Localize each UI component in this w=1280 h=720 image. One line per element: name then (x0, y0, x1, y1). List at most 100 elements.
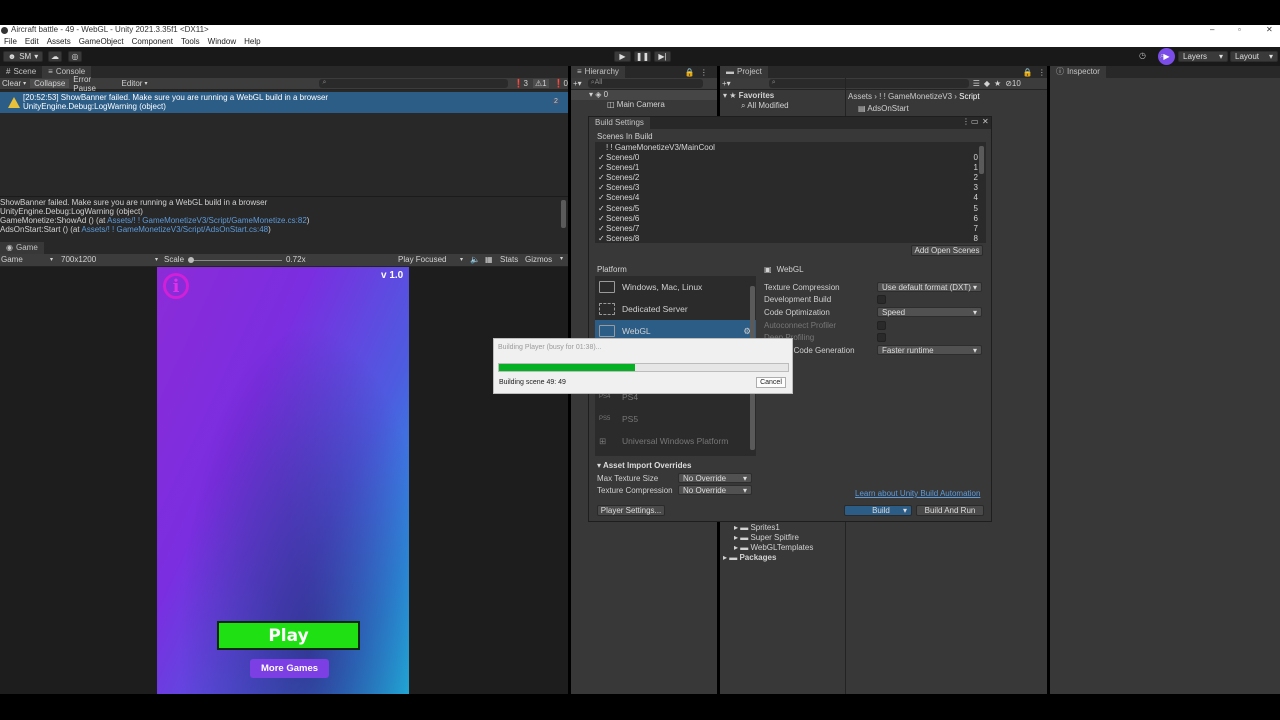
gizmos-dropdown[interactable]: Gizmos (525, 255, 552, 264)
layers-dropdown[interactable]: Layers ▾ (1178, 51, 1228, 62)
code-optimization-dropdown[interactable]: Speed ▾ (877, 307, 982, 318)
pause-button[interactable]: ❚❚ (634, 51, 651, 62)
max-texture-size-dropdown[interactable]: No Override ▾ (678, 473, 752, 484)
error-pause-toggle[interactable]: Error Pause (69, 75, 119, 93)
tab-scene[interactable]: # Scene (0, 66, 42, 78)
minimize-button[interactable]: – (1210, 25, 1214, 35)
stack-link[interactable]: Assets/! ! GameMonetizeV3/Script/AdsOnSt… (81, 225, 268, 234)
cancel-build-button[interactable]: Cancel (756, 377, 786, 388)
tab-hierarchy[interactable]: ≡ Hierarchy (571, 66, 625, 78)
add-asset-button[interactable]: +▾ (720, 79, 733, 88)
close-window-button[interactable]: ✕ (1266, 25, 1273, 35)
breadcrumb-item[interactable]: Assets (848, 92, 872, 101)
account-dropdown[interactable]: ☻ SM ▾ (3, 51, 43, 62)
hierarchy-search-input[interactable]: ⌕All (587, 79, 703, 88)
favorites-header[interactable]: ▾ ★ Favorites (723, 91, 774, 100)
log-count-icon[interactable]: ❗3 (514, 79, 528, 88)
asset-item[interactable]: ▤ AdsOnStart (858, 104, 909, 113)
game-view[interactable]: i v 1.0 Play More Games (157, 267, 409, 694)
scene-checkbox[interactable]: ✓ (598, 163, 606, 173)
scene-row[interactable]: ✓ Scenes/3 3 (595, 183, 986, 193)
menu-assets[interactable]: Assets (47, 37, 71, 46)
scale-slider-thumb[interactable] (188, 257, 194, 263)
autoconnect-profiler-checkbox[interactable] (877, 320, 886, 330)
project-tree-item[interactable]: ▸ ▬ Super Spitfire (734, 533, 799, 542)
menu-tools[interactable]: Tools (181, 37, 200, 46)
hierarchy-root-row[interactable]: ▾ ◈ 0 (571, 90, 717, 100)
more-games-button[interactable]: More Games (250, 659, 329, 678)
scene-row[interactable]: ✓ Scenes/6 6 (595, 214, 986, 224)
add-open-scenes-button[interactable]: Add Open Scenes (911, 245, 983, 256)
packages-folder[interactable]: ▸ ▬ Packages (723, 553, 776, 562)
warn-count-icon[interactable]: ⚠1 (532, 79, 549, 88)
history-icon[interactable]: ◷ (1139, 51, 1146, 60)
layout-dropdown[interactable]: Layout ▾ (1230, 51, 1278, 62)
breadcrumb-item[interactable]: Script (959, 92, 979, 101)
console-search-input[interactable]: ⌕ (319, 79, 508, 88)
project-search-input[interactable]: ⌕ (768, 79, 969, 88)
menu-edit[interactable]: Edit (25, 37, 39, 46)
step-button[interactable]: ▶| (654, 51, 671, 62)
menu-file[interactable]: File (4, 37, 17, 46)
resolution-dropdown[interactable]: 700x1200 ▾ (61, 255, 158, 264)
project-tree-item[interactable]: ▸ ▬ WebGLTemplates (734, 543, 813, 552)
scene-checkbox[interactable]: ✓ (598, 153, 606, 163)
menu-window[interactable]: Window (208, 37, 236, 46)
hidden-packages-icon[interactable]: ⊘10 (1005, 79, 1021, 88)
player-settings-button[interactable]: Player Settings... (597, 505, 665, 516)
scene-checkbox[interactable]: ✓ (598, 173, 606, 183)
lock-icon[interactable]: 🔒 (685, 68, 695, 77)
info-icon[interactable]: i (163, 273, 189, 299)
play-focused-dropdown[interactable]: Play Focused ▾ (398, 255, 463, 264)
override-texture-compression-dropdown[interactable]: No Override ▾ (678, 485, 752, 496)
scene-checkbox[interactable]: ✓ (598, 224, 606, 234)
kebab-menu-icon[interactable]: ⋮ (1038, 68, 1046, 77)
menu-help[interactable]: Help (244, 37, 260, 46)
scene-checkbox[interactable]: ✓ (598, 193, 606, 203)
scene-row[interactable]: ✓ Scenes/2 2 (595, 173, 986, 183)
console-entry[interactable]: [20:52:53] ShowBanner failed. Make sure … (0, 92, 568, 113)
scene-row[interactable]: ✓ Scenes/1 1 (595, 163, 986, 173)
platform-uwp[interactable]: ⊞ Universal Windows Platform (595, 430, 756, 452)
favorites-item[interactable]: ⌕ All Modified (741, 101, 789, 111)
platform-ps5[interactable]: PS5 PS5 (595, 408, 756, 430)
platform-windows[interactable]: Windows, Mac, Linux (595, 276, 756, 298)
build-and-run-button[interactable]: Build And Run (916, 505, 984, 516)
star-icon[interactable]: ★ (994, 79, 1001, 88)
gizmos-arrow-icon[interactable]: ▾ (560, 255, 563, 262)
development-build-checkbox[interactable] (877, 295, 886, 305)
scene-row[interactable]: ✓ Scenes/0 0 (595, 153, 986, 163)
breadcrumb-item[interactable]: ! ! GameMonetizeV3 (879, 92, 952, 101)
learn-build-automation-link[interactable]: Learn about Unity Build Automation (855, 489, 980, 498)
scene-row[interactable]: ✓ Scenes/4 4 (595, 193, 986, 203)
scene-row[interactable]: ! ! GameMonetizeV3/MainCool (595, 143, 986, 153)
scene-row[interactable]: ✓ Scenes/5 5 (595, 204, 986, 214)
scenes-scrollbar[interactable] (979, 146, 984, 174)
tab-game[interactable]: ◉ Game (0, 242, 44, 254)
hierarchy-item[interactable]: ◫ Main Camera (571, 100, 717, 110)
chevron-down-icon[interactable]: ▾ (903, 506, 907, 515)
close-icon[interactable]: ✕ (982, 117, 989, 126)
build-button[interactable]: Build ▾ (844, 505, 912, 516)
play-game-button[interactable]: Play (217, 621, 360, 650)
asset-import-overrides-header[interactable]: ▾ Asset Import Overrides (597, 461, 691, 470)
maximize-icon[interactable]: ▭ (971, 117, 979, 126)
cloud-icon[interactable]: ☁ (48, 51, 62, 62)
fullscreen-grid-icon[interactable]: ▦ (485, 255, 493, 264)
mute-audio-icon[interactable]: 🔈 (470, 255, 480, 264)
scene-checkbox[interactable]: ✓ (598, 214, 606, 224)
deep-profiling-checkbox[interactable] (877, 333, 886, 343)
scene-checkbox[interactable] (598, 143, 606, 153)
stats-button[interactable]: Stats (500, 255, 518, 264)
scene-checkbox[interactable]: ✓ (598, 204, 606, 214)
collab-icon[interactable]: ◎ (68, 51, 82, 62)
maximize-button[interactable]: ▫ (1238, 25, 1241, 35)
tab-build-settings[interactable]: Build Settings (589, 117, 650, 129)
texture-compression-dropdown[interactable]: Use default format (DXT) ▾ (877, 282, 982, 293)
scene-row[interactable]: ✓ Scenes/7 7 (595, 224, 986, 234)
menu-component[interactable]: Component (132, 37, 173, 46)
kebab-menu-icon[interactable]: ⋮ (700, 68, 708, 77)
kebab-menu-icon[interactable]: ⋮ (962, 117, 970, 126)
error-count-icon[interactable]: ❗0 (554, 79, 568, 88)
clear-button[interactable]: Clear (0, 79, 23, 88)
